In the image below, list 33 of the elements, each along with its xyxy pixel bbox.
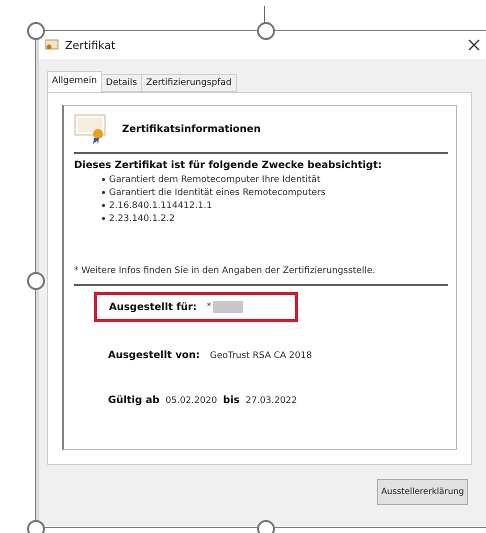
field-label: Ausgestellt für: [109,302,197,312]
resize-handle[interactable] [27,272,45,290]
panel-heading: Zertifikatsinformationen [122,124,261,134]
tab[interactable]: Allgemein [47,71,102,92]
bullet-icon [102,178,105,182]
field-value: 05.02.2020 [166,396,218,406]
certificate-icon [45,39,59,51]
purpose-item: Garantiert die Identität eines Remotecomputers [102,187,448,200]
close-icon [468,38,480,50]
bullet-icon [102,217,105,220]
bullet-icon [102,204,105,208]
redaction-mark [213,301,244,313]
resize-handle[interactable] [27,22,45,40]
field-label: Ausgestellt von: [108,350,200,361]
purpose-item: 2.16.840.1.114412.1.1 [102,200,448,213]
field-label: Gültig ab [108,395,160,406]
resize-handle[interactable] [257,22,275,40]
issuer-statement-button[interactable]: Ausstellererklärung [377,479,468,505]
resize-handle[interactable] [27,520,45,533]
tab[interactable]: Details [100,74,142,92]
rotate-handle-stem [264,6,265,24]
field-value: 27.03.2022 [246,396,298,406]
field-value: GeoTrust RSA CA 2018 [210,350,312,360]
info-note: * Weitere Infos finden Sie in den Angaben der Zertifizierungsstelle. [74,266,448,286]
bullet-icon [102,191,105,194]
certificate-icon [74,114,108,144]
field-label: bis [223,395,240,406]
purpose-item: 2.23.140.1.2.2 [102,213,448,226]
purpose-title: Dieses Zertifikat ist für folgende Zwecke beabsichtigt: [74,160,383,171]
tab[interactable]: Zertifizierungspfad [141,74,237,92]
field-value: * [206,302,212,312]
purpose-item: Garantiert dem Remotecomputer Ihre Identität [102,174,448,187]
window-title: Zertifikat [65,38,116,52]
